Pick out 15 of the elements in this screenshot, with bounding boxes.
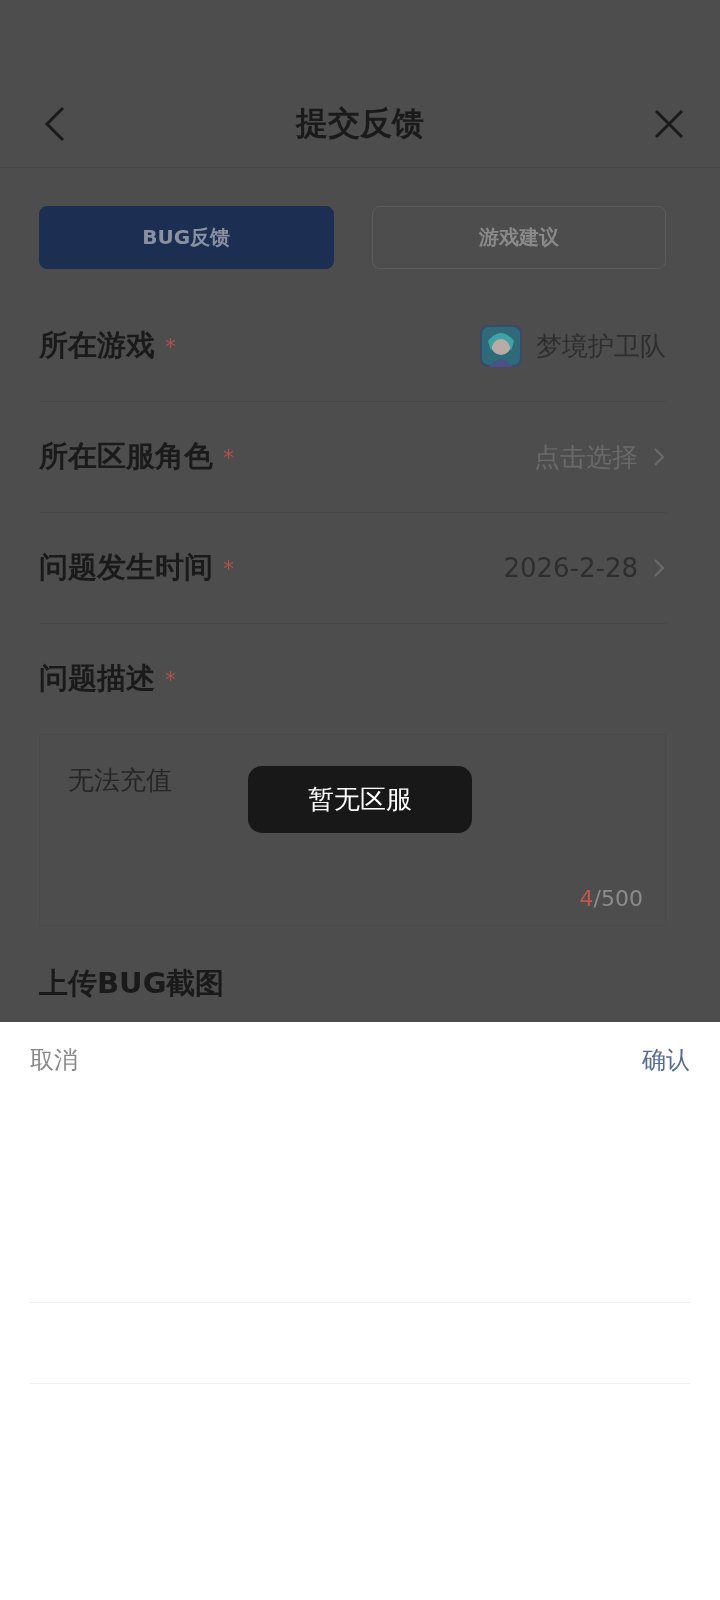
tab[interactable]: BUG反馈 bbox=[39, 206, 334, 269]
toast: 暂无区服 bbox=[248, 766, 472, 833]
game-icon bbox=[480, 325, 522, 367]
required-mark: * bbox=[165, 666, 176, 692]
required-mark: * bbox=[223, 555, 234, 581]
back-icon[interactable] bbox=[44, 105, 66, 142]
cancel-button[interactable]: 取消 bbox=[30, 1044, 78, 1076]
close-icon[interactable] bbox=[654, 108, 684, 139]
required-mark: * bbox=[165, 333, 176, 359]
chevron-right-icon bbox=[652, 446, 666, 468]
tab[interactable]: 游戏建议 bbox=[371, 206, 666, 269]
required-mark: * bbox=[223, 444, 234, 470]
chevron-right-icon bbox=[652, 557, 666, 579]
character-counter: 4/500 bbox=[579, 886, 643, 911]
confirm-button[interactable]: 确认 bbox=[642, 1044, 690, 1076]
